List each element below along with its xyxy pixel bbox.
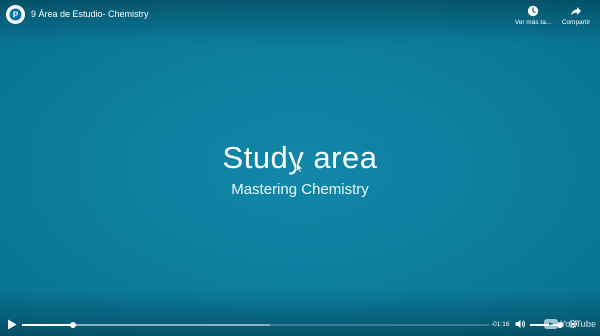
clock-icon: [527, 5, 539, 17]
watch-later-label: Ver más ta...: [514, 19, 552, 26]
share-button[interactable]: Compartir: [554, 5, 598, 26]
video-frame-subtitle: Mastering Chemistry: [231, 181, 369, 198]
time-remaining: -01:16: [491, 321, 510, 328]
share-arrow-icon: [571, 7, 581, 16]
svg-text:P: P: [13, 10, 19, 19]
share-label: Compartir: [561, 19, 591, 26]
bottom-gradient: [0, 290, 600, 336]
gear-icon[interactable]: [568, 319, 578, 329]
play-button[interactable]: [7, 319, 17, 330]
watch-later-button[interactable]: Ver más ta...: [511, 5, 555, 26]
video-player[interactable]: P 9 Área de Estudio- Chemistry Ver más t…: [0, 0, 600, 336]
video-title-link[interactable]: 9 Área de Estudio- Chemistry: [31, 9, 149, 19]
progress-bar[interactable]: [22, 322, 489, 328]
progress-played: [22, 324, 74, 326]
volume-icon[interactable]: [515, 319, 526, 329]
channel-logo-icon[interactable]: P: [6, 5, 25, 24]
pearson-logo-icon: P: [9, 8, 22, 21]
play-icon: [8, 319, 17, 330]
youtube-play-icon: [544, 319, 558, 329]
mouse-cursor-icon: [296, 162, 303, 173]
top-gradient: [0, 0, 600, 44]
